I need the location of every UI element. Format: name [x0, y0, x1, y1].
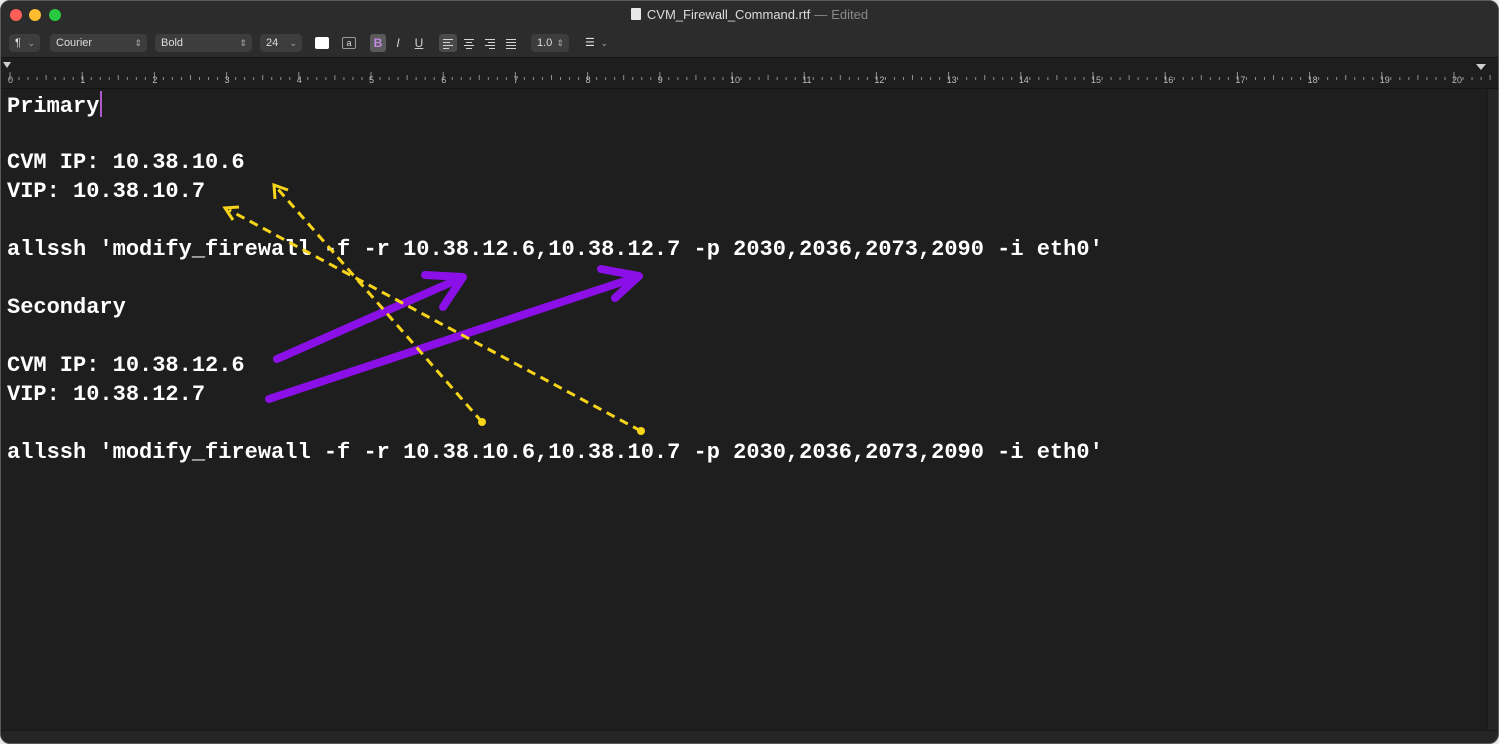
highlight-color-well[interactable]: a	[342, 37, 356, 49]
line-spacing-value: 1.0	[537, 37, 553, 49]
underline-button[interactable]: U	[412, 34, 426, 52]
ruler-number: 16	[1163, 75, 1174, 85]
left-margin-marker	[3, 62, 11, 68]
primary-heading: Primary	[7, 94, 100, 119]
vertical-scrollbar[interactable]	[1487, 89, 1498, 731]
chevron-down-icon: ⌄	[289, 38, 297, 48]
text-cursor	[100, 91, 103, 117]
paragraph-style-popup[interactable]: ¶ ⌄	[9, 34, 40, 52]
primary-cvm-ip: CVM IP: 10.38.10.6	[7, 150, 245, 175]
ruler-number: 19	[1379, 75, 1390, 85]
text-editor[interactable]: Primary CVM IP: 10.38.10.6 VIP: 10.38.10…	[1, 89, 1488, 731]
ruler-number: 9	[657, 75, 663, 85]
ruler-number: 8	[585, 75, 591, 85]
updown-chevron-icon: ⇕	[556, 38, 564, 48]
ruler-number: 7	[513, 75, 519, 85]
italic-button[interactable]: I	[391, 34, 405, 52]
window-title: CVM_Firewall_Command.rtf — Edited	[1, 7, 1498, 22]
text-color-well[interactable]	[315, 37, 329, 49]
secondary-command: allssh 'modify_firewall -f -r 10.38.10.6…	[7, 440, 1103, 465]
ruler-number: 4	[296, 75, 302, 85]
horizontal-scrollbar[interactable]	[1, 730, 1498, 743]
font-style-popup[interactable]: Bold ⇕	[155, 34, 252, 52]
bold-button[interactable]: B	[370, 34, 386, 52]
secondary-heading: Secondary	[7, 295, 126, 320]
title-separator: —	[814, 7, 828, 22]
ruler-number: 20	[1452, 75, 1463, 85]
ruler-number: 2	[152, 75, 158, 85]
edited-status: Edited	[831, 7, 869, 22]
align-right-button[interactable]	[481, 34, 499, 52]
justify-button[interactable]	[502, 34, 520, 52]
ruler-number: 6	[441, 75, 447, 85]
updown-chevron-icon: ⇕	[239, 38, 247, 48]
updown-chevron-icon: ⇕	[134, 38, 142, 48]
secondary-cvm-ip: CVM IP: 10.38.12.6	[7, 353, 245, 378]
ruler-number: 11	[802, 75, 812, 85]
ruler-number: 1	[80, 75, 86, 85]
font-size-combo[interactable]: 24 ⌄	[260, 34, 302, 52]
secondary-vip: VIP: 10.38.12.7	[7, 382, 206, 407]
font-size-value: 24	[266, 37, 279, 49]
primary-heading-line: Primary	[7, 91, 103, 121]
ruler[interactable]: 0 1 2 3 4 5 6 7 8 9 10 11 12 13 14 15 16 17 18 19 20	[1, 58, 1498, 89]
ruler-number: 12	[874, 75, 885, 85]
list-icon: ☰	[585, 37, 595, 49]
format-toolbar: ¶ ⌄ Courier ⇕ Bold ⇕ 24 ⌄ a B I U 1.0 ⇕ …	[1, 29, 1498, 58]
font-family-value: Courier	[56, 37, 93, 49]
align-center-button[interactable]	[460, 34, 478, 52]
ruler-number: 3	[224, 75, 230, 85]
ruler-number: 15	[1091, 75, 1102, 85]
primary-vip: VIP: 10.38.10.7	[7, 179, 206, 204]
ruler-number: 5	[369, 75, 375, 85]
window-filename: CVM_Firewall_Command.rtf	[646, 7, 811, 22]
font-style-value: Bold	[161, 37, 184, 49]
alignment-group	[439, 34, 523, 52]
title-bar: CVM_Firewall_Command.rtf — Edited	[1, 1, 1498, 29]
chevron-down-icon: ⌄	[600, 38, 608, 48]
list-bullets-popup[interactable]: ☰ ⌄	[579, 34, 613, 52]
primary-command: allssh 'modify_firewall -f -r 10.38.12.6…	[7, 237, 1103, 262]
right-margin-marker	[1476, 64, 1486, 70]
font-family-popup[interactable]: Courier ⇕	[50, 34, 147, 52]
ruler-number: 13	[946, 75, 957, 85]
line-spacing-popup[interactable]: 1.0 ⇕	[531, 34, 569, 52]
ruler-number: 18	[1307, 75, 1318, 85]
ruler-number: 14	[1018, 75, 1029, 85]
paragraph-icon: ¶	[15, 37, 21, 49]
textedit-window: CVM_Firewall_Command.rtf — Edited ¶ ⌄ Cour…	[0, 0, 1499, 744]
ruler-number: 17	[1235, 75, 1246, 85]
document-icon	[630, 8, 641, 20]
chevron-down-icon: ⌄	[27, 38, 35, 48]
align-left-button[interactable]	[439, 34, 457, 52]
ruler-number: 0	[8, 75, 14, 85]
ruler-number: 10	[730, 75, 741, 85]
